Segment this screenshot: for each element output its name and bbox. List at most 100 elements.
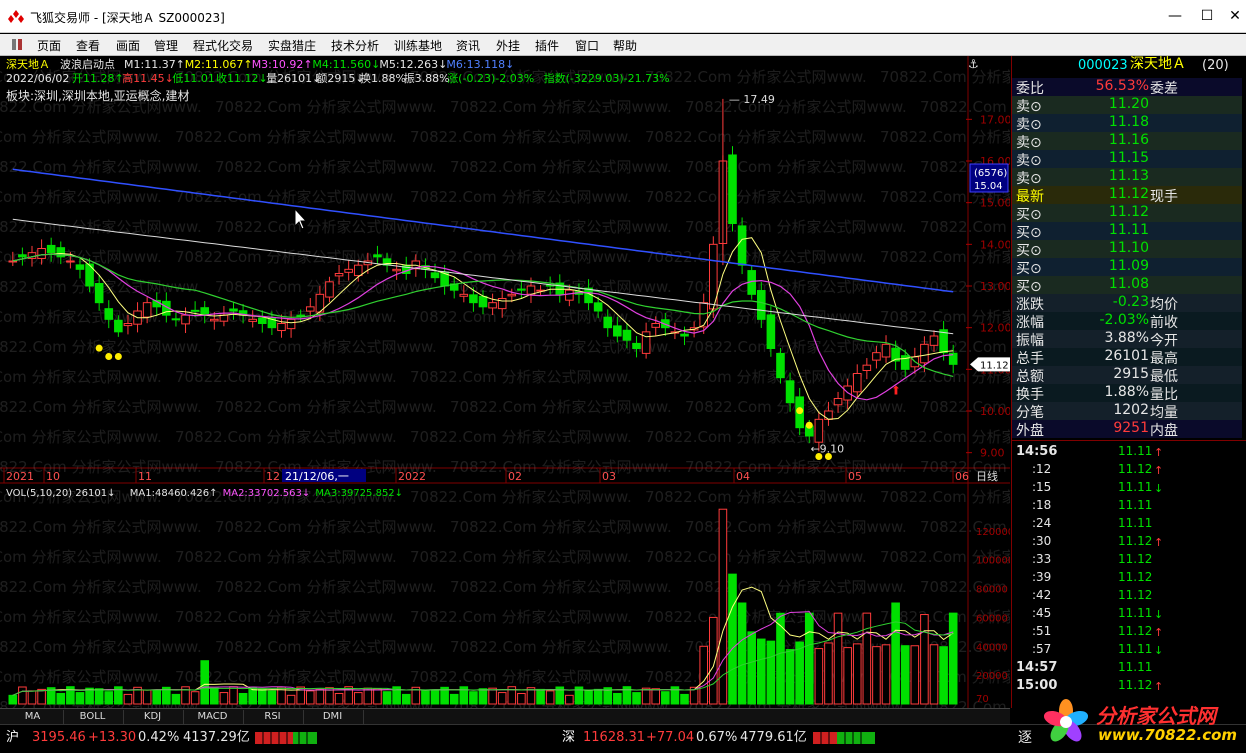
tick-mode-label[interactable]: 逐: [1018, 730, 1032, 746]
volume-bar: [536, 688, 545, 705]
candle-body: [756, 290, 766, 320]
candle-body: [699, 302, 709, 328]
quote-item-3: 收11.12↓: [216, 72, 268, 85]
volume-bar: [37, 688, 46, 705]
tick-time: :42: [1032, 588, 1052, 602]
menu-item-5[interactable]: 实盘猎庄: [268, 37, 316, 54]
volume-bar: [804, 612, 814, 705]
candle-body: [824, 410, 833, 420]
vol-header-0: VOL(5,10,20) 26101↓: [6, 488, 115, 499]
toolbar-grip-icon[interactable]: [10, 37, 26, 52]
quote-item-1: 高11.45↓: [122, 72, 174, 85]
stat-row-6-right: 均量: [1150, 405, 1178, 421]
watermark-text: 70822.Com 分析家公式网www.: [410, 188, 632, 206]
watermark-text: 70822.Com 分析家公式网www.: [645, 488, 867, 506]
candle-body: [334, 273, 344, 277]
watermark-text: 70822.Com 分析家公式网www.: [175, 128, 397, 146]
volume-bar: [229, 686, 238, 705]
volume-bar: [517, 692, 526, 705]
volume-bar: [900, 645, 910, 705]
tick-row: :39 11.12: [1012, 570, 1242, 588]
candle-body: [526, 285, 536, 295]
menu-item-10[interactable]: 插件: [535, 37, 559, 54]
candle-body: [728, 154, 737, 224]
menu-item-3[interactable]: 管理: [154, 37, 178, 54]
quote-count: (20): [1202, 58, 1229, 73]
outer-row-label: 外盘: [1016, 423, 1044, 439]
watermark-text: 70822.Com 分析家公式网www.: [450, 158, 672, 176]
candle-body: [852, 373, 862, 393]
volume-bar: [18, 686, 27, 705]
volume-bar: [641, 687, 651, 705]
tick-time: :51: [1032, 624, 1052, 638]
tab-macd[interactable]: MACD: [182, 710, 244, 724]
volume-bar: [334, 692, 344, 705]
tick-price: 11.12: [1118, 552, 1153, 566]
menu-item-7[interactable]: 训练基地: [394, 37, 442, 54]
menu-item-12[interactable]: 帮助: [613, 37, 637, 54]
tab-kdj[interactable]: KDJ: [122, 710, 184, 724]
tick-price: 11.11: [1118, 480, 1153, 494]
candle-body: [862, 364, 872, 371]
tab-rsi[interactable]: RSI: [242, 710, 304, 724]
tab-boll[interactable]: BOLL: [62, 710, 124, 724]
maximize-button[interactable]: ☐: [1192, 5, 1222, 27]
volume-bar: [545, 690, 555, 705]
signal-dot: [824, 453, 832, 460]
candle-body: [305, 306, 315, 312]
volume-bar: [171, 693, 181, 705]
menu-item-1[interactable]: 查看: [76, 37, 100, 54]
buy-row-4-label: 买⊙: [1016, 261, 1042, 277]
watermark-text: 70822.Com 分析家公式网www.: [215, 398, 437, 416]
volume-bar: [785, 649, 795, 705]
menu-item-6[interactable]: 技术分析: [331, 37, 379, 54]
menu-item-8[interactable]: 资讯: [456, 37, 480, 54]
volume-bar: [478, 688, 488, 705]
tick-time: :12: [1032, 462, 1052, 476]
anchor-icon[interactable]: ⚓: [968, 57, 979, 71]
volume-bar: [123, 693, 133, 705]
quote-item-2: 低11.01: [172, 72, 215, 85]
sell-row-4: 卖⊙ 11.18: [1012, 114, 1242, 133]
candle-body: [94, 283, 104, 304]
sell-row-5: 卖⊙ 11.20: [1012, 96, 1242, 115]
candle-body: [392, 268, 401, 272]
watermark-text: 70822.Com 分析家公式网www.: [0, 128, 162, 146]
volume-bar: [382, 691, 392, 705]
signal-dot: [105, 353, 113, 360]
volume-bar: [210, 687, 219, 705]
stat-row-2-label: 振幅: [1016, 333, 1044, 349]
menu-item-2[interactable]: 画面: [116, 37, 140, 54]
vol-tick-label: 100000: [976, 556, 1010, 567]
month-label: 10: [46, 470, 60, 483]
close-button[interactable]: ✕: [1220, 5, 1246, 27]
ma-value-2: M2:11.067↑: [184, 58, 253, 71]
menu-item-0[interactable]: 页面: [37, 37, 61, 54]
stat-row-2-value: 3.88%: [1104, 330, 1149, 346]
price-tick-label: 17.00: [980, 113, 1010, 126]
candle-body: [776, 352, 785, 379]
tab-dmi[interactable]: DMI: [302, 710, 364, 724]
tab-ma[interactable]: MA: [2, 710, 64, 724]
sell-row-1: 卖⊙ 11.13: [1012, 168, 1242, 187]
period-label[interactable]: 日线: [976, 469, 998, 483]
signal-dot: [114, 353, 122, 360]
volume-bar: [104, 691, 114, 705]
tick-row: :33 11.12: [1012, 552, 1242, 570]
volume-bar: [497, 692, 507, 705]
latest-row-right: 现手: [1150, 189, 1178, 205]
weibi-row-right: 委差: [1150, 81, 1178, 97]
outer-row: 外盘 9251 内盘: [1012, 420, 1242, 439]
menu-item-9[interactable]: 外挂: [496, 37, 520, 54]
buy-arrow-icon: ⬆: [891, 383, 901, 397]
candle-body: [430, 272, 440, 279]
menu-item-4[interactable]: 程式化交易: [193, 37, 253, 54]
stat-row-4-label: 总额: [1016, 369, 1044, 385]
candle-body: [632, 342, 641, 349]
menu-item-11[interactable]: 窗口: [575, 37, 599, 54]
kline-chart[interactable]: 70822.Com 分析家公式网www. 70822.Com 分析家公式网www.…: [0, 56, 1142, 716]
tick-time: :30: [1032, 534, 1052, 548]
stat-row-1-label: 涨幅: [1016, 315, 1044, 331]
watermark-text: 70822.Com 分析家公式网www.: [175, 428, 397, 446]
minimize-button[interactable]: —: [1160, 5, 1190, 27]
